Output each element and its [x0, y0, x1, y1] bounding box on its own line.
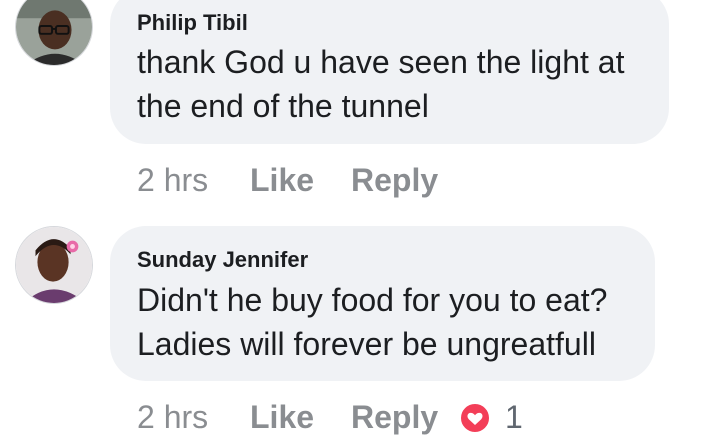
heart-icon	[459, 402, 491, 434]
comment: Sunday Jennifer Didn't he buy food for y…	[0, 0, 716, 447]
reply-button[interactable]: Reply	[351, 397, 438, 437]
comment-bubble: Sunday Jennifer Didn't he buy food for y…	[110, 226, 655, 381]
comment-text-line: Ladies will forever be ungreatfull	[137, 326, 596, 362]
avatar[interactable]	[15, 226, 93, 304]
comment-author[interactable]: Sunday Jennifer	[137, 247, 308, 273]
woman-with-flower-avatar	[16, 227, 92, 303]
like-button[interactable]: Like	[250, 397, 314, 437]
comment-text-line: Didn't he buy food for you to eat?	[137, 282, 608, 318]
comment-text: Didn't he buy food for you to eat? Ladie…	[137, 278, 607, 366]
comment-timestamp[interactable]: 2 hrs	[137, 397, 208, 437]
reaction-count: 1	[505, 399, 523, 435]
